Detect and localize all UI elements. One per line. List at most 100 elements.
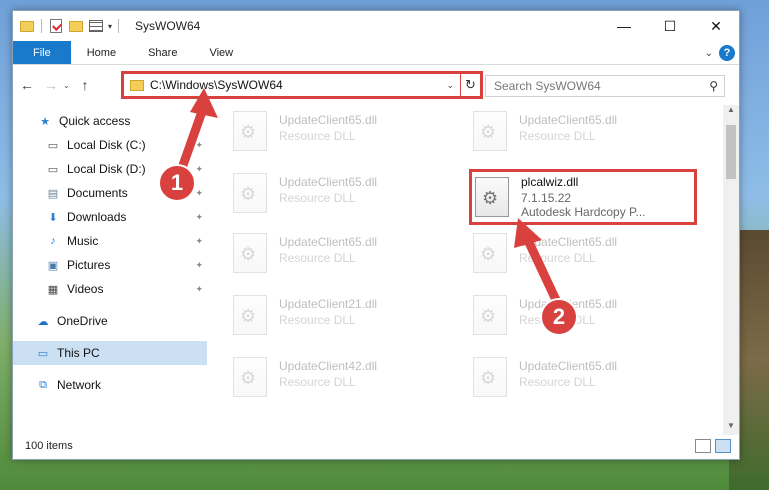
sidebar-item-label: This PC — [57, 346, 100, 360]
dll-file-icon — [473, 295, 507, 335]
pin-icon[interactable]: ✦ — [195, 188, 203, 199]
details-view-icon[interactable] — [695, 439, 711, 453]
drive-icon: ▭ — [47, 139, 59, 152]
sidebar-item-downloads[interactable]: ⬇ Downloads ✦ — [13, 205, 207, 229]
file-type: Resource DLL — [279, 375, 356, 389]
address-path[interactable]: C:\Windows\SysWOW64 — [150, 78, 446, 92]
file-item[interactable]: UpdateClient65.dll Resource DLL — [233, 171, 459, 219]
recent-locations-dropdown-icon[interactable]: ⌄ — [63, 81, 73, 90]
cloud-icon: ☁ — [37, 315, 49, 328]
sidebar-item-onedrive[interactable]: ☁ OneDrive — [13, 309, 207, 333]
file-item[interactable]: UpdateClient65.dll Resource DLL — [233, 231, 459, 279]
file-item[interactable]: UpdateClient42.dll Resource DLL — [233, 355, 459, 403]
sidebar-item-this-pc[interactable]: ▭ This PC — [13, 341, 207, 365]
file-description: Autodesk Hardcopy P... — [521, 205, 646, 219]
file-item[interactable]: UpdateClient65.dll Resource DLL — [473, 355, 699, 403]
folder-icon[interactable] — [19, 18, 35, 34]
properties-icon[interactable] — [48, 18, 64, 34]
documents-icon: ▤ — [47, 187, 59, 200]
drive-icon: ▭ — [47, 163, 59, 176]
pin-icon[interactable]: ✦ — [195, 260, 203, 271]
file-name: UpdateClient65.dll — [279, 113, 378, 127]
pin-icon[interactable]: ✦ — [195, 284, 203, 295]
search-icon[interactable]: ⚲ — [709, 79, 718, 93]
dll-file-icon — [473, 357, 507, 397]
customize-toolbar-dropdown-icon[interactable]: ▾ — [108, 22, 112, 31]
view-toggle — [695, 439, 731, 453]
pin-icon[interactable]: ✦ — [195, 140, 203, 151]
expand-ribbon-icon[interactable]: ⌄ — [705, 48, 713, 59]
help-icon[interactable]: ? — [719, 45, 735, 61]
file-name: UpdateClient21.dll — [279, 297, 378, 311]
scroll-up-icon[interactable]: ▲ — [723, 105, 739, 119]
file-type: Resource DLL — [279, 313, 356, 327]
file-type: Resource DLL — [519, 129, 596, 143]
sidebar-item-label: Network — [57, 378, 102, 392]
ribbon-right: ⌄ ? — [705, 45, 735, 61]
network-icon: ⧉ — [39, 378, 47, 391]
close-button[interactable]: ✕ — [693, 11, 739, 41]
maximize-button[interactable]: ☐ — [647, 11, 693, 41]
window-title: SysWOW64 — [135, 19, 201, 33]
pictures-icon: ▣ — [47, 259, 59, 272]
tab-share[interactable]: Share — [132, 41, 193, 64]
toolbar-separator — [41, 19, 42, 33]
file-item[interactable]: UpdateClient65.dll Resource DLL — [473, 109, 699, 157]
file-name: UpdateClient65.dll — [519, 235, 618, 249]
search-input[interactable]: Search SysWOW64 ⚲ — [485, 75, 725, 97]
dll-file-icon — [233, 295, 267, 335]
scroll-thumb[interactable] — [726, 125, 736, 179]
item-count: 100 items — [25, 440, 73, 452]
up-arrow-icon[interactable]: ↑ — [73, 77, 97, 93]
back-arrow-icon[interactable]: ← — [15, 77, 39, 93]
address-dropdown-icon[interactable]: ⌄ — [446, 80, 460, 91]
toolbar-separator — [118, 19, 120, 33]
sidebar-item-videos[interactable]: ▦ Videos ✦ — [13, 277, 207, 301]
sidebar-item-music[interactable]: ♪ Music ✦ — [13, 229, 207, 253]
dll-file-icon — [233, 357, 267, 397]
forward-arrow-icon[interactable]: → — [39, 77, 63, 93]
navigation-bar: ← → ⌄ ↑ C:\Windows\SysWOW64 ⌄ ↻ Search S… — [13, 65, 739, 105]
pin-icon[interactable]: ✦ — [195, 236, 203, 247]
refresh-icon[interactable]: ↻ — [460, 74, 480, 96]
computer-icon: ▭ — [37, 347, 49, 360]
pin-icon[interactable]: ✦ — [195, 212, 203, 223]
sidebar-item-label: Documents — [67, 186, 128, 200]
file-item[interactable]: UpdateClient65.dll Resource DLL — [473, 231, 699, 279]
file-version: 7.1.15.22 — [521, 191, 572, 205]
vertical-scrollbar[interactable]: ▲ ▼ — [723, 105, 739, 435]
pin-icon[interactable]: ✦ — [195, 164, 203, 175]
sidebar-item-quick-access[interactable]: ★ Quick access — [13, 109, 207, 133]
address-bar[interactable]: C:\Windows\SysWOW64 ⌄ ↻ — [121, 71, 483, 99]
sidebar-item-network[interactable]: ⧉ Network — [13, 373, 207, 397]
explorer-window: ▾ SysWOW64 — ☐ ✕ File Home Share View ⌄ … — [12, 10, 740, 460]
tab-home[interactable]: Home — [71, 41, 132, 64]
new-folder-icon[interactable] — [68, 18, 84, 34]
tab-file[interactable]: File — [13, 41, 71, 64]
large-icons-view-icon[interactable] — [715, 439, 731, 453]
file-item[interactable]: UpdateClient65.dll Resource DLL — [473, 293, 699, 341]
file-type: Resource DLL — [519, 251, 596, 265]
title-bar: ▾ SysWOW64 — ☐ ✕ — [13, 11, 739, 41]
content-area: ★ Quick access ▭ Local Disk (C:) ✦ ▭ Loc… — [13, 105, 739, 435]
sidebar-item-local-disk-c[interactable]: ▭ Local Disk (C:) ✦ — [13, 133, 207, 157]
sidebar-item-label: Quick access — [59, 114, 131, 128]
music-icon: ♪ — [50, 235, 56, 247]
file-name: UpdateClient65.dll — [279, 235, 378, 249]
minimize-button[interactable]: — — [601, 11, 647, 41]
status-bar: 100 items — [13, 433, 739, 459]
tab-view[interactable]: View — [193, 41, 249, 64]
downloads-icon: ⬇ — [48, 211, 58, 224]
sidebar-item-pictures[interactable]: ▣ Pictures ✦ — [13, 253, 207, 277]
sidebar-item-label: Music — [67, 234, 99, 248]
dll-file-icon — [475, 177, 509, 217]
file-item[interactable]: UpdateClient21.dll Resource DLL — [233, 293, 459, 341]
file-name: UpdateClient65.dll — [279, 175, 378, 189]
dll-file-icon — [233, 111, 267, 151]
sidebar-item-label: Local Disk (D:) — [67, 162, 146, 176]
view-options-icon[interactable] — [88, 18, 104, 34]
dll-file-icon — [233, 233, 267, 273]
file-item[interactable]: UpdateClient65.dll Resource DLL — [233, 109, 459, 157]
file-item-plcalwiz[interactable]: plcalwiz.dll 7.1.15.22 Autodesk Hardcopy… — [475, 175, 701, 223]
dll-file-icon — [473, 111, 507, 151]
